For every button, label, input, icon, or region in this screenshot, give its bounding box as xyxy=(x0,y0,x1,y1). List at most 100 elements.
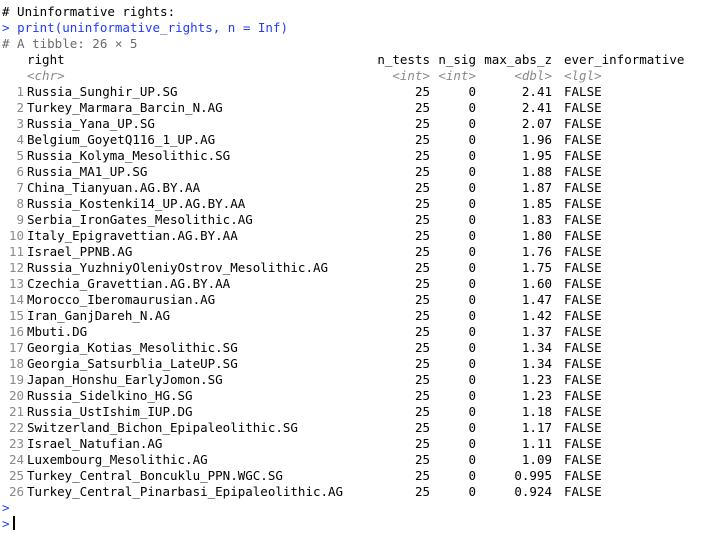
cell-n-sig: 0 xyxy=(468,484,476,499)
header-ever-informative: ever_informative xyxy=(564,52,685,67)
cell-max-abs-z: 1.83 xyxy=(521,212,552,227)
cell-n-sig: 0 xyxy=(468,276,476,291)
console-comment: # Uninformative rights: xyxy=(2,4,176,19)
cell-n-tests: 25 xyxy=(414,100,430,115)
cell-n-sig: 0 xyxy=(468,100,476,115)
cell-n-tests: 25 xyxy=(414,148,430,163)
cell-max-abs-z: 1.18 xyxy=(521,404,552,419)
cell-n-tests: 25 xyxy=(414,388,430,403)
cell-n-sig: 0 xyxy=(468,132,476,147)
header-max-abs-z: max_abs_z xyxy=(484,52,552,67)
table-row: 26 Turkey_Central_Pinarbasi_Epipaleolithi… xyxy=(2,484,707,500)
cell-max-abs-z: 1.76 xyxy=(521,244,552,259)
cell-max-abs-z: 1.87 xyxy=(521,180,552,195)
prompt-symbol: > xyxy=(2,20,10,35)
row-index: 26 xyxy=(8,484,24,499)
row-index: 1 xyxy=(16,84,24,99)
cell-n-tests: 25 xyxy=(414,420,430,435)
cell-ever-informative: FALSE xyxy=(564,180,602,195)
row-index: 10 xyxy=(8,228,24,243)
cell-right: Israel_PPNB.AG xyxy=(27,244,133,259)
empty-prompt-line: > xyxy=(2,500,707,516)
cell-ever-informative: FALSE xyxy=(564,324,602,339)
table-row: 19 Japan_Honshu_EarlyJomon.SG 25 0 1.23 FALSE xyxy=(2,372,707,388)
cell-n-sig: 0 xyxy=(468,436,476,451)
table-row: 15 Iran_GanjDareh_N.AG 25 0 1.42 FALSE xyxy=(2,308,707,324)
row-index: 17 xyxy=(8,340,24,355)
table-row: 21 Russia_UstIshim_IUP.DG 25 0 1.18 FALSE xyxy=(2,404,707,420)
cell-ever-informative: FALSE xyxy=(564,308,602,323)
cell-max-abs-z: 0.995 xyxy=(514,468,552,483)
cell-right: Japan_Honshu_EarlyJomon.SG xyxy=(27,372,223,387)
row-index: 22 xyxy=(8,420,24,435)
cell-n-tests: 25 xyxy=(414,132,430,147)
type-right: <chr> xyxy=(27,68,65,83)
cell-right: Italy_Epigravettian.AG.BY.AA xyxy=(27,228,238,243)
cell-n-tests: 25 xyxy=(414,308,430,323)
cell-ever-informative: FALSE xyxy=(564,260,602,275)
row-index: 6 xyxy=(16,164,24,179)
cell-n-sig: 0 xyxy=(468,340,476,355)
cell-right: Georgia_Kotias_Mesolithic.SG xyxy=(27,340,238,355)
cell-n-sig: 0 xyxy=(468,228,476,243)
table-row: 17 Georgia_Kotias_Mesolithic.SG 25 0 1.34 FAL… xyxy=(2,340,707,356)
cell-n-tests: 25 xyxy=(414,180,430,195)
table-row: 13 Czechia_Gravettian.AG.BY.AA 25 0 1.60 FALS… xyxy=(2,276,707,292)
cell-n-sig: 0 xyxy=(468,196,476,211)
cell-right: Israel_Natufian.AG xyxy=(27,436,163,451)
cell-ever-informative: FALSE xyxy=(564,244,602,259)
cell-ever-informative: FALSE xyxy=(564,452,602,467)
header-n-sig: n_sig xyxy=(438,52,476,67)
cell-ever-informative: FALSE xyxy=(564,228,602,243)
cell-ever-informative: FALSE xyxy=(564,388,602,403)
row-index: 15 xyxy=(8,308,24,323)
cell-n-sig: 0 xyxy=(468,420,476,435)
cell-right: Russia_YuzhniyOleniyOstrov_Mesolithic.AG xyxy=(27,260,329,275)
cell-right: Russia_UstIshim_IUP.DG xyxy=(27,404,193,419)
cell-max-abs-z: 1.88 xyxy=(521,164,552,179)
cell-n-sig: 0 xyxy=(468,388,476,403)
row-index: 11 xyxy=(8,244,24,259)
table-row: 23 Israel_Natufian.AG 25 0 1.11 FALSE xyxy=(2,436,707,452)
cell-n-sig: 0 xyxy=(468,292,476,307)
cell-max-abs-z: 1.34 xyxy=(521,340,552,355)
prompt-symbol: > xyxy=(2,500,10,515)
cell-right: China_Tianyuan.AG.BY.AA xyxy=(27,180,201,195)
row-index: 20 xyxy=(8,388,24,403)
table-row: 4 Belgium_GoyetQ116_1_UP.AG 25 0 1.96 FALSE xyxy=(2,132,707,148)
cell-ever-informative: FALSE xyxy=(564,164,602,179)
cell-n-sig: 0 xyxy=(468,116,476,131)
row-index: 23 xyxy=(8,436,24,451)
cell-n-tests: 25 xyxy=(414,260,430,275)
cell-max-abs-z: 1.23 xyxy=(521,372,552,387)
cell-n-sig: 0 xyxy=(468,324,476,339)
r-console[interactable]: # Uninformative rights: > print(uninform… xyxy=(2,4,707,532)
cell-right: Russia_Kolyma_Mesolithic.SG xyxy=(27,148,231,163)
cell-max-abs-z: 2.41 xyxy=(521,100,552,115)
column-types: <chr> <int> <int> <dbl> <lgl> xyxy=(2,68,707,84)
row-index: 3 xyxy=(16,116,24,131)
cell-n-tests: 25 xyxy=(414,164,430,179)
active-prompt-line[interactable]: > xyxy=(2,516,707,532)
cell-right: Morocco_Iberomaurusian.AG xyxy=(27,292,216,307)
table-row: 25 Turkey_Central_Boncuklu_PPN.WGC.SG 25 0 0… xyxy=(2,468,707,484)
table-row: 1 Russia_Sunghir_UP.SG 25 0 2.41 FALSE xyxy=(2,84,707,100)
row-index: 8 xyxy=(16,196,24,211)
row-index: 5 xyxy=(16,148,24,163)
cell-n-tests: 25 xyxy=(414,436,430,451)
cell-right: Turkey_Central_Pinarbasi_Epipaleolithic.… xyxy=(27,484,344,499)
table-row: 8 Russia_Kostenki14_UP.AG.BY.AA 25 0 1.85 FAL… xyxy=(2,196,707,212)
cell-max-abs-z: 1.17 xyxy=(521,420,552,435)
row-index: 2 xyxy=(16,100,24,115)
cell-right: Belgium_GoyetQ116_1_UP.AG xyxy=(27,132,216,147)
cell-max-abs-z: 1.37 xyxy=(521,324,552,339)
cell-max-abs-z: 1.85 xyxy=(521,196,552,211)
cell-right: Switzerland_Bichon_Epipaleolithic.SG xyxy=(27,420,298,435)
table-row: 5 Russia_Kolyma_Mesolithic.SG 25 0 1.95 FALSE xyxy=(2,148,707,164)
row-index: 12 xyxy=(8,260,24,275)
command-text: print(uninformative_rights, n = Inf) xyxy=(17,20,288,35)
cell-n-tests: 25 xyxy=(414,452,430,467)
table-row: 20 Russia_Sidelkino_HG.SG 25 0 1.23 FALSE xyxy=(2,388,707,404)
cell-n-tests: 25 xyxy=(414,340,430,355)
text-cursor xyxy=(12,516,15,530)
